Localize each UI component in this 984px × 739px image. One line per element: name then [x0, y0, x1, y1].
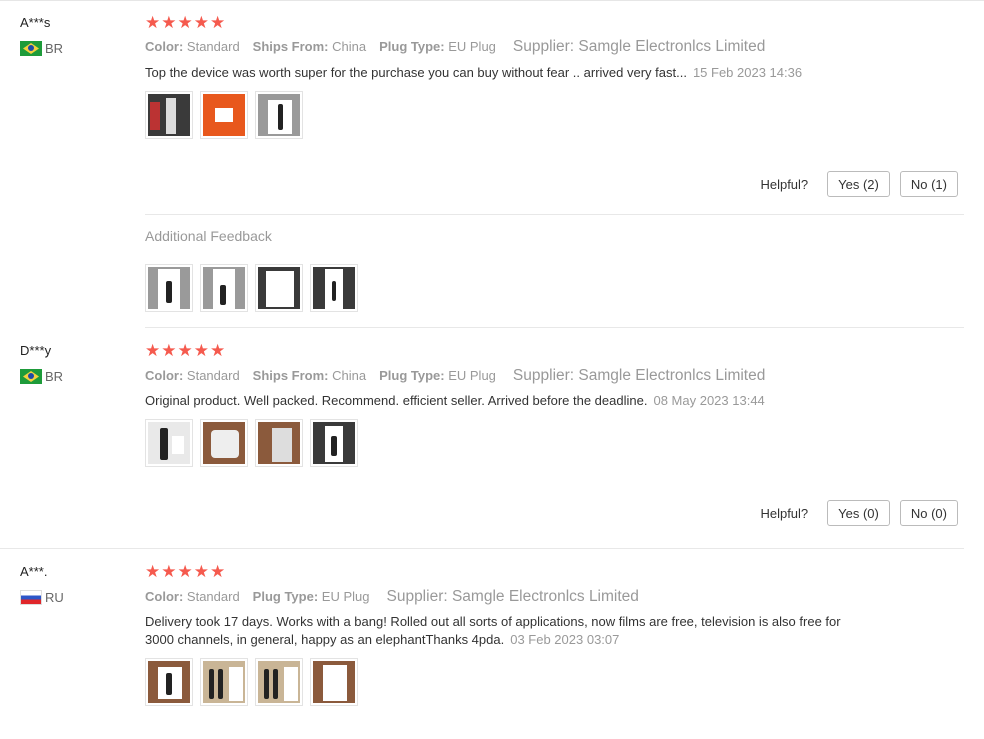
additional-feedback-label: Additional Feedback [145, 228, 272, 244]
review-divider [145, 327, 964, 328]
top-divider [0, 0, 984, 1]
helpful-controls: Helpful? Yes (0) No (0) [760, 500, 958, 526]
attr-key: Color: [145, 589, 184, 604]
russia-flag-icon [20, 590, 42, 605]
helpful-controls: Helpful? Yes (2) No (1) [760, 171, 958, 197]
supplier-name: Supplier: Samgle Electronlcs Limited [512, 38, 766, 55]
review-photo[interactable] [200, 658, 248, 706]
attr-plug-type: Plug Type: EU Plug [379, 39, 496, 54]
attr-ships-from: Ships From: China [253, 368, 366, 383]
review-body: Original product. Well packed. Recommend… [145, 393, 648, 408]
helpful-label: Helpful? [760, 176, 809, 192]
reviewer-country: RU [20, 590, 64, 605]
reviewer-name: D***y [20, 343, 52, 358]
review-photo[interactable] [255, 658, 303, 706]
attr-plug-type: Plug Type: EU Plug [253, 589, 370, 604]
helpful-yes-button[interactable]: Yes (2) [827, 171, 890, 197]
star-rating: ★★★★★ [145, 562, 227, 581]
supplier-name: Supplier: Samgle Electronlcs Limited [512, 367, 766, 384]
attr-ships-from: Ships From: China [253, 39, 366, 54]
attr-value: Standard [186, 589, 240, 604]
review-text: Delivery took 17 days. Works with a bang… [145, 613, 865, 649]
reviews-page: A***s BR ★★★★★ Color: Standard Ships Fro… [0, 0, 984, 739]
additional-photos [145, 264, 365, 312]
attr-key: Plug Type: [379, 368, 445, 383]
review-photo[interactable] [145, 419, 193, 467]
review-attributes: Color: Standard Ships From: China Plug T… [145, 367, 765, 385]
attr-value: Standard [186, 368, 240, 383]
review-photo[interactable] [310, 264, 358, 312]
attr-key: Plug Type: [379, 39, 445, 54]
attr-value: China [332, 39, 367, 54]
review-photo[interactable] [200, 419, 248, 467]
review-photos [145, 419, 365, 467]
attr-value: EU Plug [448, 368, 496, 383]
reviewer-country: BR [20, 369, 63, 384]
review-photo[interactable] [145, 658, 193, 706]
review-divider [0, 548, 964, 549]
review-body: Top the device was worth super for the p… [145, 65, 687, 80]
helpful-label: Helpful? [760, 505, 809, 521]
supplier-name: Supplier: Samgle Electronlcs Limited [386, 588, 639, 605]
star-rating: ★★★★★ [145, 341, 227, 360]
country-code: RU [45, 590, 64, 605]
review-photo[interactable] [255, 264, 303, 312]
review-photo[interactable] [310, 419, 358, 467]
country-code: BR [45, 369, 64, 384]
review-photo[interactable] [200, 91, 248, 139]
attr-color: Color: Standard [145, 39, 240, 54]
review-text: Top the device was worth super for the p… [145, 64, 865, 82]
attr-key: Ships From: [252, 368, 329, 383]
star-rating: ★★★★★ [145, 13, 227, 32]
review-photo[interactable] [310, 658, 358, 706]
attr-plug-type: Plug Type: EU Plug [379, 368, 496, 383]
attr-color: Color: Standard [145, 589, 240, 604]
review-photos [145, 658, 365, 706]
review-date: 15 Feb 2023 14:36 [692, 65, 803, 80]
attr-key: Ships From: [252, 39, 329, 54]
reviewer-country: BR [20, 41, 63, 56]
attr-value: EU Plug [321, 589, 370, 604]
reviewer-name: A***. [20, 564, 48, 579]
review-photo[interactable] [255, 91, 303, 139]
attr-color: Color: Standard [145, 368, 240, 383]
divider [145, 214, 964, 215]
review-photo[interactable] [145, 91, 193, 139]
attr-key: Color: [145, 368, 184, 383]
attr-value: EU Plug [448, 39, 496, 54]
helpful-yes-button[interactable]: Yes (0) [827, 500, 890, 526]
reviewer-name: A***s [20, 15, 51, 30]
brazil-flag-icon [20, 369, 42, 384]
attr-value: China [332, 368, 367, 383]
review-photo[interactable] [255, 419, 303, 467]
review-text: Original product. Well packed. Recommend… [145, 392, 865, 410]
review-date: 03 Feb 2023 03:07 [510, 632, 620, 647]
attr-value: Standard [186, 39, 240, 54]
review-photos [145, 91, 310, 139]
review-photo[interactable] [200, 264, 248, 312]
review-attributes: Color: Standard Ships From: China Plug T… [145, 38, 765, 56]
attr-key: Plug Type: [252, 589, 319, 604]
review-body: Delivery took 17 days. Works with a bang… [145, 614, 841, 647]
attr-key: Color: [145, 39, 184, 54]
country-code: BR [45, 41, 64, 56]
review-photo[interactable] [145, 264, 193, 312]
brazil-flag-icon [20, 41, 42, 56]
review-attributes: Color: Standard Plug Type: EU Plug Suppl… [145, 588, 639, 606]
helpful-no-button[interactable]: No (0) [899, 500, 958, 526]
helpful-no-button[interactable]: No (1) [899, 171, 958, 197]
review-date: 08 May 2023 13:44 [653, 393, 765, 408]
